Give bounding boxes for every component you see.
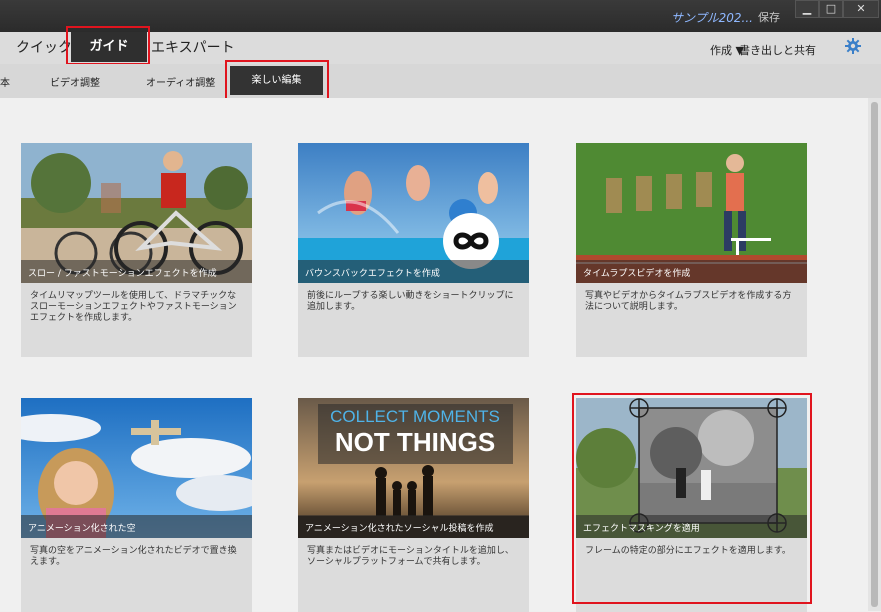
save-button[interactable]: 保存 bbox=[758, 9, 780, 25]
close-button[interactable]: ✕ bbox=[843, 0, 879, 18]
card-description: タイムリマップツールを使用して、ドラマチックなスローモーションエフェクトやファス… bbox=[30, 291, 237, 323]
tab-audio-adjust[interactable]: オーディオ調整 bbox=[146, 74, 215, 89]
scrollbar[interactable] bbox=[868, 98, 881, 611]
card-time-lapse[interactable]: タイムラプスビデオを作成 写真やビデオからタイムラプスビデオを作成する方法につい… bbox=[576, 143, 807, 357]
card-title: アニメーション化されたソーシャル投稿を作成 bbox=[305, 524, 494, 534]
thumbnail-text-line2: NOT THINGS bbox=[335, 427, 495, 457]
maximize-button[interactable]: □ bbox=[819, 0, 843, 18]
card-description: 写真やビデオからタイムラプスビデオを作成する方法について説明します。 bbox=[585, 291, 792, 312]
highlight-box-fun-edit bbox=[225, 60, 329, 101]
scrollbar-thumb[interactable] bbox=[871, 102, 878, 607]
card-description: 前後にループする楽しい動きをショートクリップに追加します。 bbox=[307, 291, 514, 312]
project-name[interactable]: サンプル202... bbox=[671, 9, 753, 26]
card-description: 写真の空をアニメーション化されたビデオで置き換えます。 bbox=[30, 546, 237, 567]
highlight-box-guide bbox=[66, 26, 150, 65]
sub-tab-bar: 本 ビデオ調整 オーディオ調整 bbox=[0, 64, 881, 98]
card-bounce-back[interactable]: バウンスバックエフェクトを作成 前後にループする楽しい動きをショートクリップに追… bbox=[298, 143, 529, 357]
export-share-menu[interactable]: 書き出しと共有 bbox=[739, 42, 816, 58]
card-title: スロー / ファストモーションエフェクトを作成 bbox=[28, 269, 217, 279]
card-title: バウンスバックエフェクトを作成 bbox=[305, 269, 440, 279]
gear-icon[interactable] bbox=[845, 38, 861, 58]
card-animated-sky[interactable]: アニメーション化された空 写真の空をアニメーション化されたビデオで置き換えます。 bbox=[21, 398, 252, 612]
tab-basic-partial[interactable]: 本 bbox=[0, 74, 10, 89]
card-animated-social-post[interactable]: COLLECT MOMENTS NOT THINGS アニメーション化されたソー… bbox=[298, 398, 529, 612]
thumbnail-text-line1: COLLECT MOMENTS bbox=[330, 407, 500, 426]
tab-quick[interactable]: クイック bbox=[16, 32, 72, 64]
tab-video-adjust[interactable]: ビデオ調整 bbox=[50, 74, 100, 89]
highlight-box-effect-masking bbox=[572, 393, 812, 604]
card-description: 写真またはビデオにモーションタイトルを追加し、ソーシャルプラットフォームで共有し… bbox=[307, 546, 514, 567]
minimize-button[interactable]: ▁ bbox=[795, 0, 819, 18]
card-slow-fast-motion[interactable]: スロー / ファストモーションエフェクトを作成 タイムリマップツールを使用して、… bbox=[21, 143, 252, 357]
card-title: アニメーション化された空 bbox=[28, 524, 136, 534]
card-title: タイムラプスビデオを作成 bbox=[583, 269, 691, 279]
tab-expert[interactable]: エキスパート bbox=[151, 32, 235, 64]
